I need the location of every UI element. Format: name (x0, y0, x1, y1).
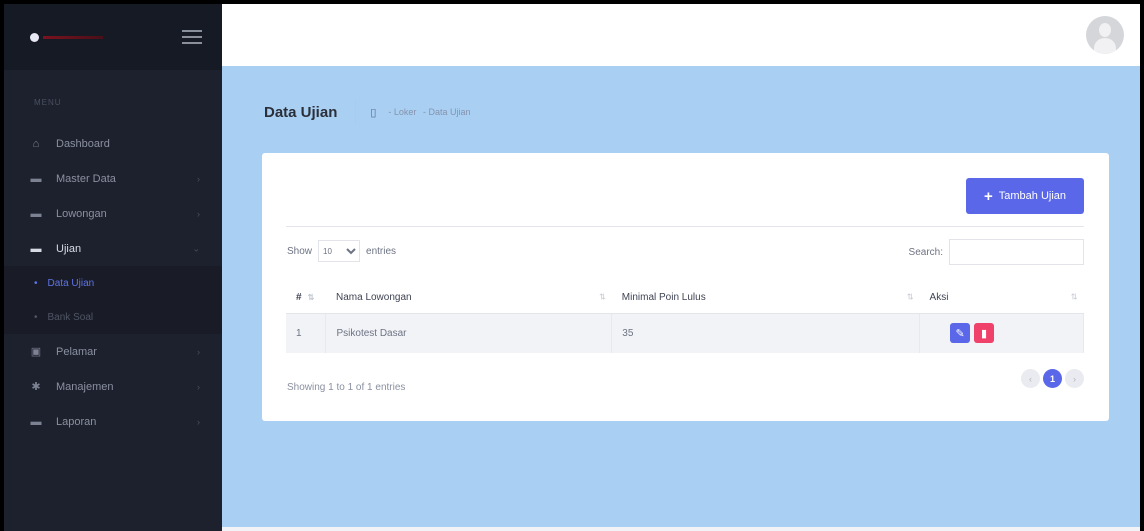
home-icon: ⌂ (32, 137, 40, 150)
sidebar-item-laporan[interactable]: ▬ Laporan › (4, 404, 222, 439)
sort-icon: ⇅ (599, 292, 606, 302)
app-logo[interactable] (30, 32, 103, 42)
column-header-nama-lowongan[interactable]: Nama Lowongan ⇅ (325, 282, 612, 314)
sidebar-item-ujian[interactable]: ▬ Ujian ⌄ (4, 231, 222, 266)
entries-label: entries (366, 245, 397, 257)
chevron-right-icon: › (197, 381, 200, 392)
chevron-right-icon: › (197, 346, 200, 357)
column-header-label: # (296, 291, 302, 303)
sidebar-item-label: Lowongan (56, 207, 107, 220)
table-search: Search: (909, 239, 1084, 265)
column-header-no[interactable]: # ⇅ (286, 282, 326, 314)
row-actions: ✎ ▮ (930, 323, 1083, 344)
chevron-right-icon: › (197, 416, 200, 427)
search-label: Search: (908, 246, 943, 258)
add-ujian-button[interactable]: + Tambah Ujian (966, 178, 1084, 214)
hamburger-menu-icon[interactable] (182, 30, 202, 44)
trash-icon[interactable]: ▮ (974, 323, 995, 344)
folder-icon: ▬ (30, 415, 42, 428)
sidebar-item-label: Dashboard (56, 137, 110, 150)
sidebar-item-dashboard[interactable]: ⌂ Dashboard (4, 126, 222, 161)
sidebar-item-lowongan[interactable]: ▬ Lowongan › (4, 196, 222, 231)
hamburger-line (182, 30, 202, 32)
breadcrumb: - Loker - Data Ujian (388, 107, 474, 117)
ujian-submenu: • Data Ujian • Bank Soal (4, 266, 222, 334)
sidebar-item-manajemen[interactable]: ✱ Manajemen › (4, 369, 222, 404)
column-header-minimal-poin[interactable]: Minimal Poin Lulus ⇅ (611, 282, 920, 314)
column-header-aksi[interactable]: Aksi ⇅ (919, 282, 1084, 314)
pagination: ‹ 1 › (1021, 369, 1084, 388)
sort-icon: ⇅ (1070, 292, 1078, 302)
gear-icon: ✱ (31, 381, 41, 393)
chevron-down-icon: ⌄ (192, 243, 200, 253)
breadcrumb-item-data-ujian: - Data Ujian (422, 107, 471, 117)
breadcrumb-item-loker[interactable]: - Loker (388, 107, 416, 117)
table-info: Showing 1 to 1 of 1 entries (287, 382, 406, 393)
show-label: Show (287, 245, 313, 257)
avatar-body-shape (1094, 38, 1116, 54)
briefcase-icon: ▬ (30, 207, 42, 220)
ujian-table: # ⇅ Nama Lowongan ⇅ Minimal Poin Lulus ⇅ Ak… (286, 282, 1084, 353)
pagination-next-button[interactable]: › (1065, 369, 1084, 388)
sidebar-item-label: Master Data (56, 172, 116, 185)
sidebar-item-master-data[interactable]: ▬ Master Data › (4, 161, 222, 196)
sidebar-item-label: Ujian (56, 242, 82, 255)
sidebar-item-label: Pelamar (56, 345, 97, 358)
menu-section-label: MENU (34, 98, 62, 107)
main-content: Data Ujian ▯ - Loker - Data Ujian + Tamb… (222, 66, 1140, 527)
user-avatar[interactable] (1086, 16, 1124, 54)
sidebar-nav: ⌂ Dashboard ▬ Master Data › ▬ Lowongan ›… (4, 126, 222, 439)
column-header-label: Minimal Poin Lulus (621, 291, 706, 303)
cell-nama-lowongan: Psikotest Dasar (325, 313, 613, 353)
top-navbar (222, 4, 1140, 66)
chevron-right-icon: › (197, 208, 200, 219)
sidebar-item-pelamar[interactable]: ▣ Pelamar › (4, 334, 222, 369)
sidebar-subitem-bank-soal[interactable]: • Bank Soal (4, 300, 222, 334)
sidebar: MENU ⌂ Dashboard ▬ Master Data › ▬ Lowon… (0, 0, 222, 531)
sort-icon: ⇅ (307, 292, 315, 302)
sidebar-item-label: Laporan (56, 415, 97, 428)
header-divider (355, 100, 357, 124)
page-title: Data Ujian (264, 103, 338, 121)
archive-icon: ▬ (30, 242, 42, 255)
cell-aksi: ✎ ▮ (919, 313, 1084, 353)
sidebar-item-label: Manajemen (56, 380, 114, 393)
folder-icon: ▬ (30, 172, 42, 185)
search-input[interactable] (949, 239, 1084, 265)
bullet-icon: • (34, 311, 38, 323)
pagination-prev-button[interactable]: ‹ (1021, 369, 1040, 388)
sidebar-subitem-label: Bank Soal (47, 311, 94, 323)
user-card-icon: ▣ (30, 346, 42, 358)
avatar-head-shape (1099, 23, 1111, 37)
logo-wordmark (43, 35, 103, 39)
entries-select[interactable]: 10 (318, 240, 361, 262)
table-header-row: # ⇅ Nama Lowongan ⇅ Minimal Poin Lulus ⇅ Ak… (286, 282, 1084, 314)
cell-minimal-poin: 35 (611, 313, 921, 353)
chevron-right-icon: › (197, 173, 200, 184)
table-row: 1 Psikotest Dasar 35 ✎ ▮ (286, 313, 1084, 353)
column-header-label: Nama Lowongan (335, 291, 412, 303)
sidebar-subitem-label: Data Ujian (47, 277, 95, 289)
sidebar-subitem-data-ujian[interactable]: • Data Ujian (4, 266, 222, 300)
plus-icon: + (983, 187, 993, 205)
hamburger-line (182, 36, 202, 38)
bullet-icon: • (34, 277, 38, 289)
brand-bar (4, 4, 222, 70)
entries-length-control: Show 10 entries (287, 240, 396, 262)
document-icon: ▯ (370, 106, 377, 119)
logo-mark (30, 32, 39, 42)
page-header: Data Ujian ▯ - Loker - Data Ujian (264, 100, 474, 124)
hamburger-line (182, 42, 202, 44)
footer-strip (222, 527, 1140, 531)
cell-no: 1 (286, 313, 327, 353)
add-ujian-label: Tambah Ujian (998, 190, 1067, 202)
column-header-label: Aksi (929, 291, 949, 303)
data-card: + Tambah Ujian Show 10 entries Search: #… (262, 153, 1109, 421)
edit-icon[interactable]: ✎ (950, 323, 971, 344)
sort-icon: ⇅ (906, 292, 914, 302)
pagination-page-1[interactable]: 1 (1043, 369, 1062, 388)
card-divider (286, 226, 1084, 227)
